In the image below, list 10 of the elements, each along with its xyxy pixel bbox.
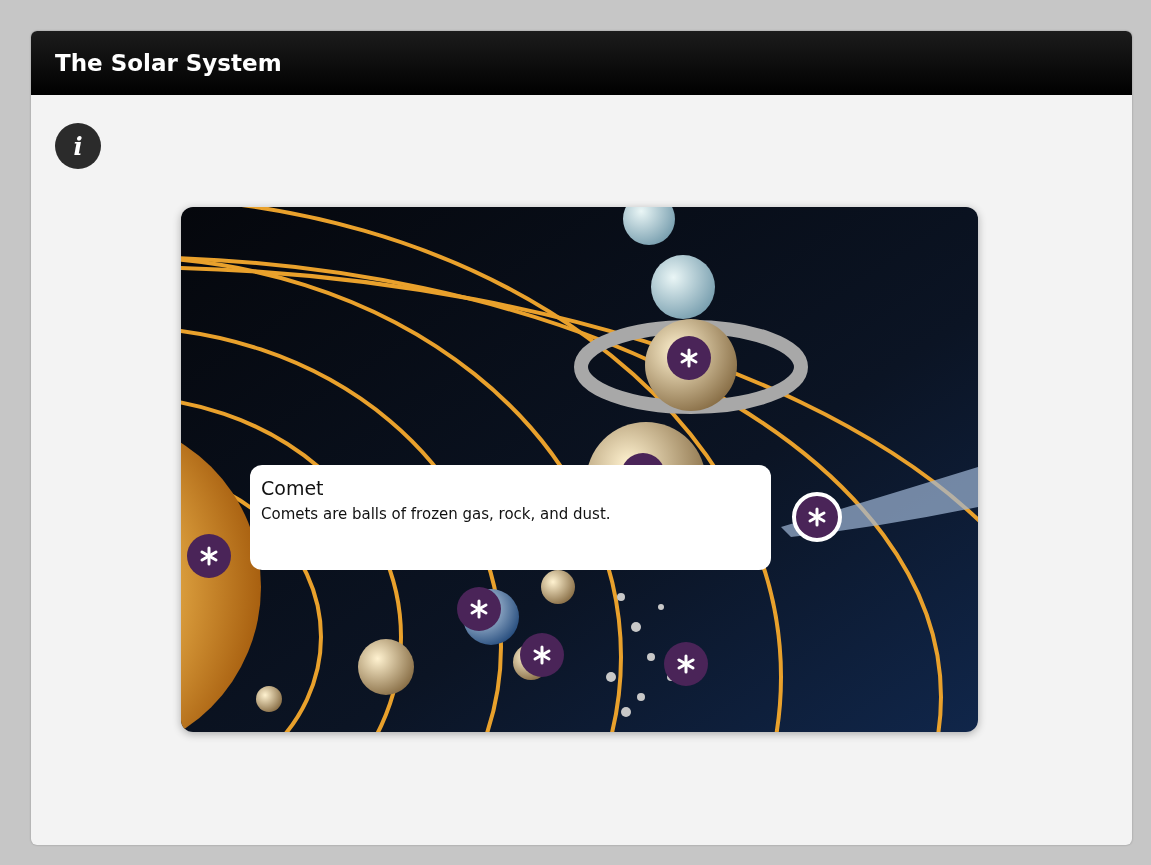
callout-title: Comet <box>261 477 325 499</box>
info-button[interactable]: i <box>55 123 101 169</box>
asterisk-icon <box>532 645 552 665</box>
asterisk-icon <box>679 348 699 368</box>
asterisk-icon <box>469 599 489 619</box>
asterisk-icon <box>676 654 696 674</box>
page-title: The Solar System <box>55 50 282 76</box>
asterisk-icon <box>807 507 827 527</box>
asterisk-icon <box>199 546 219 566</box>
callout-text: Comets are balls of frozen gas, rock, and dust. <box>261 505 612 523</box>
